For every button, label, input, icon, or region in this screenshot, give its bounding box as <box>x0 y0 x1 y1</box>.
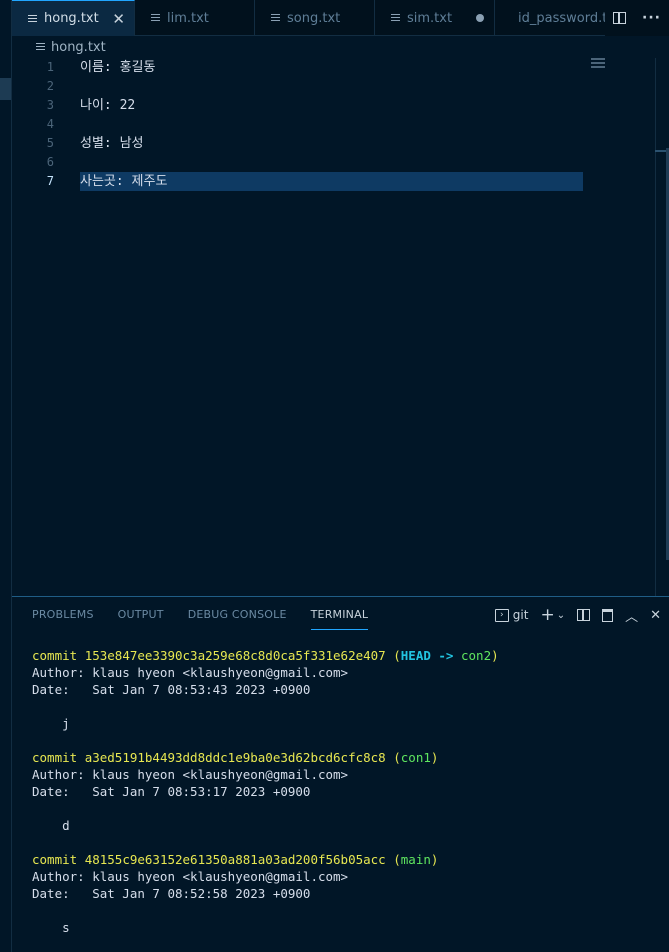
code-line[interactable] <box>80 77 583 96</box>
author-line: Author: klaus hyeon <klaushyeon@gmail.co… <box>32 665 349 680</box>
split-editor-icon[interactable] <box>613 12 626 24</box>
file-icon <box>151 14 160 22</box>
tab-problems[interactable]: PROBLEMS <box>32 600 94 630</box>
tab-label: song.txt <box>287 10 341 26</box>
tab-song-txt[interactable]: song.txt <box>255 0 375 36</box>
tab-terminal[interactable]: TERMINAL <box>310 600 369 630</box>
tab-hong-txt[interactable]: hong.txt ✕ <box>12 0 135 36</box>
message-line: d <box>32 818 70 833</box>
activity-strip <box>0 0 12 952</box>
tab-label: id_password.txt <box>518 10 608 26</box>
line-number: 4 <box>46 117 54 131</box>
add-icon[interactable]: + <box>540 605 554 625</box>
message-line: s <box>32 920 70 935</box>
tab-label: sim.txt <box>407 10 453 26</box>
terminal-output[interactable]: commit 153e847ee3390c3a259e68c8d0ca5f331… <box>32 647 652 936</box>
tab-sim-txt[interactable]: sim.txt <box>375 0 495 36</box>
tab-label: hong.txt <box>44 11 99 26</box>
commit-line: commit 48155c9e63152e61350a881a03ad200f5… <box>32 852 439 867</box>
line-number-gutter: 1 2 3 4 5 6 7 <box>12 58 68 191</box>
file-icon <box>36 43 45 51</box>
code-line[interactable]: 이름: 홍길동 <box>80 58 583 77</box>
file-icon <box>391 14 400 22</box>
message-line: j <box>32 716 70 731</box>
line-number-current: 7 <box>46 174 54 188</box>
code-area[interactable]: 이름: 홍길동 나이: 22 성별: 남성 사는곳: 제주도 <box>80 58 583 191</box>
commit-line: commit 153e847ee3390c3a259e68c8d0ca5f331… <box>32 648 499 663</box>
file-icon <box>271 14 280 22</box>
code-line[interactable] <box>80 153 583 172</box>
terminal-icon[interactable]: › <box>494 608 509 622</box>
editor-tab-bar: hong.txt ✕ lim.txt song.txt sim.txt id_p… <box>12 0 669 36</box>
code-line[interactable] <box>80 115 583 134</box>
line-number: 1 <box>46 60 54 74</box>
editor[interactable]: 1 2 3 4 5 6 7 이름: 홍길동 나이: 22 성별: 남성 사는곳:… <box>12 58 669 596</box>
tab-lim-txt[interactable]: lim.txt <box>135 0 255 36</box>
chevron-down-icon[interactable]: ⌄ <box>557 610 565 621</box>
breadcrumb[interactable]: hong.txt <box>12 36 669 58</box>
terminal-name[interactable]: git <box>513 608 529 622</box>
code-line-current[interactable]: 사는곳: 제주도 <box>80 172 583 191</box>
commit-line: commit a3ed5191b4493dd8ddc1e9ba0e3d62bcd… <box>32 750 439 765</box>
bottom-panel: PROBLEMS OUTPUT DEBUG CONSOLE TERMINAL ›… <box>12 596 669 952</box>
chevron-up-icon[interactable]: ︿ <box>625 606 638 625</box>
line-number: 6 <box>46 155 54 169</box>
line-number: 2 <box>46 79 54 93</box>
dirty-dot-icon[interactable] <box>476 14 484 22</box>
activity-indicator <box>0 78 11 100</box>
date-line: Date: Sat Jan 7 08:53:43 2023 +0900 <box>32 682 311 697</box>
file-icon <box>28 14 37 23</box>
close-icon[interactable]: ✕ <box>112 10 125 28</box>
editor-actions: ··· <box>605 0 669 36</box>
split-terminal-icon[interactable] <box>577 609 591 621</box>
author-line: Author: klaus hyeon <klaushyeon@gmail.co… <box>32 767 349 782</box>
breadcrumb-file[interactable]: hong.txt <box>51 40 106 55</box>
line-number: 3 <box>46 98 54 112</box>
editor-scrollbar[interactable] <box>655 58 669 596</box>
close-panel-icon[interactable]: ✕ <box>650 608 661 623</box>
line-number: 5 <box>46 136 54 150</box>
panel-actions: › git + ⌄ ︿ ✕ <box>494 603 661 627</box>
minimap[interactable] <box>591 58 605 70</box>
date-line: Date: Sat Jan 7 08:52:58 2023 +0900 <box>32 886 311 901</box>
code-line[interactable]: 나이: 22 <box>80 96 583 115</box>
trash-icon[interactable] <box>602 608 614 622</box>
code-line[interactable]: 성별: 남성 <box>80 134 583 153</box>
more-actions-icon[interactable]: ··· <box>642 10 661 26</box>
date-line: Date: Sat Jan 7 08:53:17 2023 +0900 <box>32 784 311 799</box>
tab-label: lim.txt <box>167 10 209 26</box>
tab-debug-console[interactable]: DEBUG CONSOLE <box>188 600 287 630</box>
tab-id-password-txt[interactable]: id_password.txt <box>495 0 609 36</box>
author-line: Author: klaus hyeon <klaushyeon@gmail.co… <box>32 869 349 884</box>
tab-output[interactable]: OUTPUT <box>118 600 164 630</box>
